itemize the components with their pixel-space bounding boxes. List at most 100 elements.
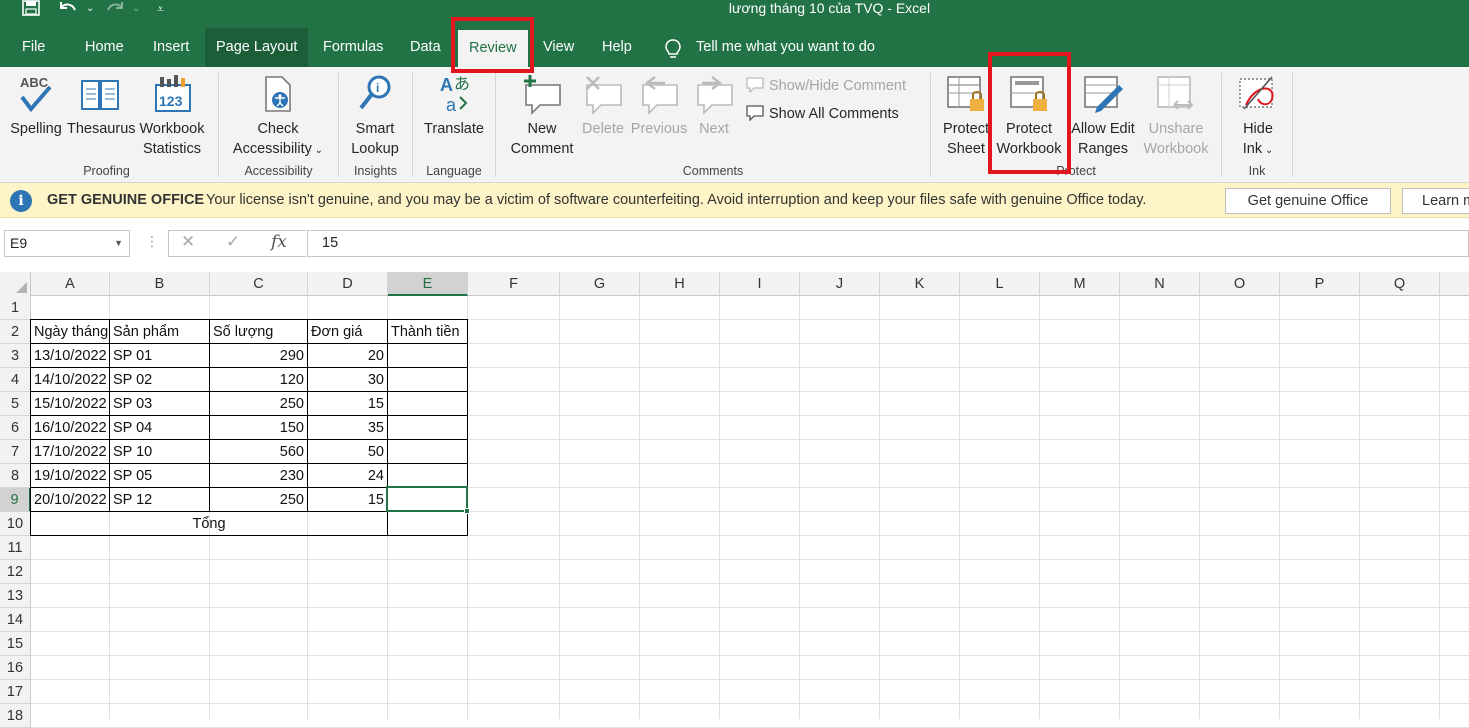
spelling-button[interactable]: ABC Spelling xyxy=(8,73,64,139)
row-header-17[interactable]: 17 xyxy=(0,680,31,704)
table-cell[interactable]: SP 10 xyxy=(110,440,210,464)
row-header-9[interactable]: 9 xyxy=(0,488,31,512)
table-cell[interactable] xyxy=(388,344,468,368)
tab-view[interactable]: View xyxy=(532,28,585,67)
column-header-n[interactable]: N xyxy=(1120,272,1200,296)
tell-me-search[interactable]: Tell me what you want to do xyxy=(664,28,875,67)
row-header-1[interactable]: 1 xyxy=(0,296,31,320)
tab-formulas[interactable]: Formulas xyxy=(312,28,394,67)
worksheet-grid[interactable]: ABCDEFGHIJKLMNOPQ 1 2 3 4 5 6 7 8 9 10 11 12 13 14 15 1… xyxy=(0,270,1469,728)
row-header-4[interactable]: 4 xyxy=(0,368,31,392)
table-cell[interactable]: 20 xyxy=(308,344,388,368)
row-header-2[interactable]: 2 xyxy=(0,320,31,344)
column-header-f[interactable]: F xyxy=(468,272,560,296)
table-cell[interactable]: 250 xyxy=(210,392,308,416)
tab-home[interactable]: Home xyxy=(74,28,135,67)
tab-file[interactable]: File xyxy=(11,28,56,67)
column-header-l[interactable]: L xyxy=(960,272,1040,296)
table-cell[interactable]: SP 03 xyxy=(110,392,210,416)
table-cell[interactable]: SP 05 xyxy=(110,464,210,488)
table-cell[interactable]: 250 xyxy=(210,488,308,512)
column-header-b[interactable]: B xyxy=(110,272,210,296)
table-header-cell[interactable]: Số lượng xyxy=(210,320,308,344)
table-cell[interactable]: 17/10/2022 xyxy=(31,440,110,464)
column-header-h[interactable]: H xyxy=(640,272,720,296)
table-cell[interactable]: 15 xyxy=(308,392,388,416)
column-header-d[interactable]: D xyxy=(308,272,388,296)
table-cell[interactable]: 16/10/2022 xyxy=(31,416,110,440)
name-box-dropdown-icon[interactable]: ▼ xyxy=(114,231,123,256)
more-options-icon[interactable]: ⋮ xyxy=(145,233,159,250)
thesaurus-button[interactable]: Thesaurus xyxy=(67,73,136,139)
column-header-i[interactable]: I xyxy=(720,272,800,296)
row-header-6[interactable]: 6 xyxy=(0,416,31,440)
row-header-16[interactable]: 16 xyxy=(0,656,31,680)
table-header-cell[interactable]: Sản phẩm xyxy=(110,320,210,344)
column-header-e[interactable]: E xyxy=(388,272,468,296)
table-cell[interactable]: SP 04 xyxy=(110,416,210,440)
new-comment-button[interactable]: New Comment xyxy=(506,73,578,159)
table-header-cell[interactable]: Ngày tháng xyxy=(31,320,110,344)
row-header-15[interactable]: 15 xyxy=(0,632,31,656)
table-cell[interactable]: 120 xyxy=(210,368,308,392)
column-header-j[interactable]: J xyxy=(800,272,880,296)
column-header-m[interactable]: M xyxy=(1040,272,1120,296)
column-header-o[interactable]: O xyxy=(1200,272,1280,296)
enter-icon[interactable]: ✓ xyxy=(226,232,240,252)
table-cell[interactable] xyxy=(388,464,468,488)
total-value-cell[interactable] xyxy=(388,512,468,536)
row-header-3[interactable]: 3 xyxy=(0,344,31,368)
hide-ink-button[interactable]: Hide Ink ⌄ xyxy=(1232,73,1284,161)
total-label-cell[interactable]: Tổng xyxy=(31,512,388,536)
row-header-7[interactable]: 7 xyxy=(0,440,31,464)
table-cell[interactable]: SP 01 xyxy=(110,344,210,368)
table-cell[interactable]: 13/10/2022 xyxy=(31,344,110,368)
column-header-k[interactable]: K xyxy=(880,272,960,296)
formula-input[interactable]: 15 xyxy=(307,230,1469,257)
tab-insert[interactable]: Insert xyxy=(142,28,200,67)
allow-edit-ranges-button[interactable]: Allow Edit Ranges xyxy=(1067,73,1139,159)
insert-function-icon[interactable]: fx xyxy=(271,232,287,252)
table-header-cell[interactable]: Đơn giá xyxy=(308,320,388,344)
select-all-button[interactable] xyxy=(0,272,31,296)
table-cell[interactable]: SP 12 xyxy=(110,488,210,512)
table-cell[interactable]: 20/10/2022 xyxy=(31,488,110,512)
column-header-q[interactable]: Q xyxy=(1360,272,1440,296)
table-cell[interactable] xyxy=(388,368,468,392)
translate-button[interactable]: Aあa Translate xyxy=(420,73,488,139)
row-header-8[interactable]: 8 xyxy=(0,464,31,488)
show-all-comments-button[interactable]: Show All Comments xyxy=(746,104,899,124)
table-cell[interactable]: 14/10/2022 xyxy=(31,368,110,392)
row-header-10[interactable]: 10 xyxy=(0,512,31,536)
row-header-18[interactable]: 18 xyxy=(0,704,31,728)
table-cell[interactable]: 15/10/2022 xyxy=(31,392,110,416)
table-cell[interactable] xyxy=(388,392,468,416)
table-cell[interactable]: 560 xyxy=(210,440,308,464)
protect-workbook-button[interactable]: Protect Workbook xyxy=(994,73,1064,159)
row-header-5[interactable]: 5 xyxy=(0,392,31,416)
tab-data[interactable]: Data xyxy=(399,28,452,67)
workbook-statistics-button[interactable]: 123 Workbook Statistics xyxy=(137,73,207,159)
protect-sheet-button[interactable]: Protect Sheet xyxy=(940,73,992,159)
row-header-14[interactable]: 14 xyxy=(0,608,31,632)
table-cell[interactable] xyxy=(388,440,468,464)
table-cell[interactable]: 35 xyxy=(308,416,388,440)
table-cell[interactable]: 15 xyxy=(308,488,388,512)
column-header-g[interactable]: G xyxy=(560,272,640,296)
column-header-c[interactable]: C xyxy=(210,272,308,296)
table-header-cell[interactable]: Thành tiền xyxy=(388,320,468,344)
row-header-11[interactable]: 11 xyxy=(0,536,31,560)
column-header-p[interactable]: P xyxy=(1280,272,1360,296)
tab-help[interactable]: Help xyxy=(591,28,643,67)
table-cell[interactable]: 50 xyxy=(308,440,388,464)
table-cell[interactable] xyxy=(388,416,468,440)
table-cell[interactable]: 19/10/2022 xyxy=(31,464,110,488)
table-cell[interactable] xyxy=(388,488,468,512)
smart-lookup-button[interactable]: i Smart Lookup xyxy=(346,73,404,159)
cancel-icon[interactable]: ✕ xyxy=(181,232,195,252)
learn-more-button[interactable]: Learn m xyxy=(1402,188,1469,214)
table-cell[interactable]: 24 xyxy=(308,464,388,488)
table-cell[interactable]: 230 xyxy=(210,464,308,488)
get-genuine-office-button[interactable]: Get genuine Office xyxy=(1225,188,1391,214)
table-cell[interactable]: 150 xyxy=(210,416,308,440)
